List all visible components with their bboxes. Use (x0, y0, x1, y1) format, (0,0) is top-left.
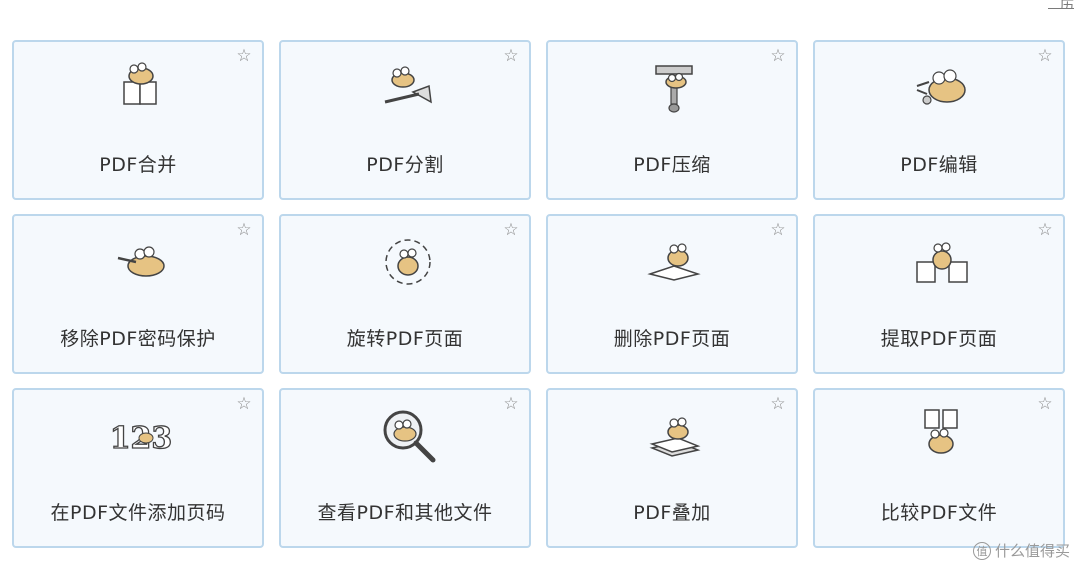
favorite-star-icon[interactable]: ☆ (768, 220, 788, 240)
watermark-logo-icon: 值 (972, 541, 991, 560)
overlay-pages-icon (649, 417, 701, 457)
tool-label: PDF合并 (99, 154, 177, 176)
tool-card-add-page-numbers[interactable]: ☆ 123 在PDF文件添加页码 (12, 388, 264, 548)
view-magnifier-icon (383, 410, 436, 463)
favorite-star-icon[interactable]: ☆ (501, 394, 521, 414)
favorite-star-icon[interactable]: ☆ (1035, 220, 1055, 240)
tool-card-pdf-merge[interactable]: ☆ PDF合并 (12, 40, 264, 200)
favorite-star-icon[interactable]: ☆ (234, 220, 254, 240)
tool-label: 提取PDF页面 (880, 328, 998, 350)
tool-label: PDF压缩 (633, 154, 711, 176)
compare-files-icon (924, 409, 958, 454)
edit-wrench-icon (916, 69, 966, 105)
favorite-star-icon[interactable]: ☆ (234, 394, 254, 414)
tool-card-delete-pages[interactable]: ☆ 删除PDF页面 (546, 214, 798, 374)
tool-label: 查看PDF和其他文件 (317, 502, 493, 524)
tool-label: 比较PDF文件 (880, 502, 998, 524)
tool-label: PDF叠加 (633, 502, 711, 524)
favorite-star-icon[interactable]: ☆ (234, 46, 254, 66)
rotate-page-icon (385, 239, 431, 285)
tool-label: 移除PDF密码保护 (60, 328, 216, 350)
tool-label: 在PDF文件添加页码 (50, 502, 226, 524)
tool-card-pdf-compress[interactable]: ☆ PDF压缩 (546, 40, 798, 200)
tool-grid: ☆ PDF合并 ☆ PDF分割 ☆ PDF压缩 ☆ PDF编辑 ☆ 移除PDF密… (0, 0, 1080, 567)
site-watermark: 值 什么值得买 (972, 540, 1070, 561)
tool-card-pdf-split[interactable]: ☆ PDF分割 (279, 40, 531, 200)
tool-label: PDF编辑 (900, 154, 978, 176)
favorite-star-icon[interactable]: ☆ (1035, 394, 1055, 414)
tool-card-pdf-edit[interactable]: ☆ PDF编辑 (813, 40, 1065, 200)
tool-label: PDF分割 (366, 154, 444, 176)
favorite-star-icon[interactable]: ☆ (501, 220, 521, 240)
favorite-star-icon[interactable]: ☆ (768, 394, 788, 414)
tool-label: 旋转PDF页面 (346, 328, 464, 350)
tool-label: 删除PDF页面 (613, 328, 731, 350)
favorite-star-icon[interactable]: ☆ (768, 46, 788, 66)
tool-card-pdf-overlay[interactable]: ☆ PDF叠加 (546, 388, 798, 548)
delete-page-icon (647, 243, 701, 281)
extract-page-icon (916, 242, 968, 283)
remove-password-icon (117, 246, 165, 277)
tool-card-remove-password[interactable]: ☆ 移除PDF密码保护 (12, 214, 264, 374)
watermark-text: 什么值得买 (994, 542, 1070, 560)
compress-clamp-icon (655, 65, 693, 113)
favorite-star-icon[interactable]: ☆ (501, 46, 521, 66)
favorite-star-icon[interactable]: ☆ (1035, 46, 1055, 66)
split-axe-icon (384, 66, 432, 104)
merge-pages-icon (123, 62, 157, 105)
tool-card-view-files[interactable]: ☆ 查看PDF和其他文件 (279, 388, 531, 548)
tool-card-rotate-pages[interactable]: ☆ 旋转PDF页面 (279, 214, 531, 374)
tool-card-compare-files[interactable]: ☆ 比较PDF文件 (813, 388, 1065, 548)
page-number-icon: 123 (110, 420, 172, 456)
tool-card-extract-pages[interactable]: ☆ 提取PDF页面 (813, 214, 1065, 374)
